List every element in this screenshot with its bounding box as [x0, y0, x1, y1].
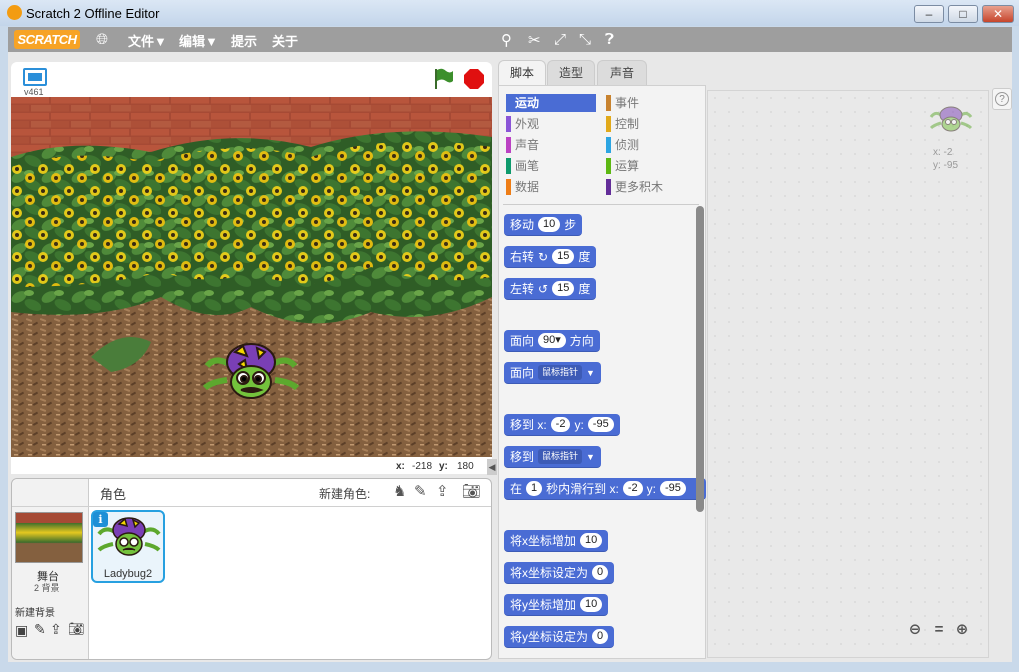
current-sprite-icon [929, 106, 973, 132]
category-more-blocks[interactable]: 更多积木 [606, 178, 696, 196]
close-button[interactable]: ✕ [982, 5, 1014, 23]
sprite-pane: 角色 新建角色: ♞ ✎ ⇪ 📷︎ 舞台 2 背景 新建背景 ▣ ✎ ⇪ 📷︎ … [11, 478, 492, 660]
category-sound[interactable]: 声音 [506, 136, 596, 154]
category-control[interactable]: 控制 [606, 115, 696, 133]
backdrop-library-icon[interactable]: ▣ [15, 622, 28, 639]
tab-costumes[interactable]: 造型 [547, 60, 595, 85]
duplicate-stamp-icon[interactable]: ⚲ [501, 31, 512, 49]
mouse-x-label: x: [396, 461, 405, 472]
sprite-library-icon[interactable]: ♞ [393, 482, 406, 500]
mouse-y-label: y: [439, 461, 448, 472]
maximize-button[interactable]: □ [948, 5, 978, 23]
block-move-steps[interactable]: 移动 10 步 [504, 214, 583, 236]
backdrop-upload-icon[interactable]: ⇪ [50, 621, 62, 638]
category-data[interactable]: 数据 [506, 178, 596, 196]
fullscreen-icon[interactable] [23, 68, 47, 86]
category-column-right: 事件 控制 侦测 运算 更多积木 [606, 94, 696, 196]
menu-bar: SCRATCH 🌐︎ 文件▼ 编辑▼ 提示 关于 ⚲ ✂ ⤢ ⤡ ❓︎ [8, 27, 1012, 52]
zoom-out-button[interactable]: ⊖ [905, 621, 925, 639]
globe-icon[interactable]: 🌐︎ [96, 31, 108, 48]
sprite-x-readout: x: -2 [933, 147, 953, 158]
green-flag-icon[interactable] [432, 67, 454, 91]
camera-icon[interactable]: 📷︎ [462, 482, 481, 500]
sprite-tile-selected[interactable]: i Ladybug2 [91, 510, 165, 583]
mouse-x-value: -218 [412, 461, 433, 472]
delete-scissors-icon[interactable]: ✂ [528, 31, 541, 49]
menu-file[interactable]: 文件▼ [128, 31, 167, 50]
block-change-x[interactable]: 将x坐标增加 10 [504, 530, 609, 552]
help-question-icon: ? [995, 92, 1009, 106]
block-goto-xy[interactable]: 移到 x: -2 y: -95 [504, 414, 620, 436]
version-label: v461 [24, 87, 44, 97]
zoom-in-button[interactable]: ⊕ [952, 621, 972, 639]
backdrop-count: 2 背景 [34, 583, 60, 593]
script-area[interactable]: x: -2 y: -95 [707, 90, 989, 658]
category-operators[interactable]: 运算 [606, 157, 696, 175]
stage-canvas[interactable] [11, 97, 492, 457]
palette-scrollbar[interactable] [696, 206, 704, 512]
paint-brush-icon[interactable]: ✎ [414, 482, 427, 500]
new-sprite-label: 新建角色: [319, 487, 371, 501]
menu-edit[interactable]: 编辑▼ [179, 31, 218, 50]
block-point-direction[interactable]: 面向 90▾ 方向 [504, 330, 600, 352]
category-sensing[interactable]: 侦测 [606, 136, 696, 154]
rotate-ccw-icon: ↺ [538, 281, 549, 296]
palette-divider [503, 204, 699, 205]
block-change-y[interactable]: 将y坐标增加 10 [504, 594, 609, 616]
title-bar: Scratch 2 Offline Editor – □ ✕ [0, 0, 1019, 26]
collapse-stage-handle[interactable]: ◀ [487, 459, 497, 475]
sprites-header: 角色 [100, 487, 127, 502]
menu-about[interactable]: 关于 [272, 31, 298, 50]
category-column-left: 运动 外观 声音 画笔 数据 [506, 94, 596, 196]
block-glide[interactable]: 在 1 秒内滑行到 x: -2 y: -95 [504, 478, 706, 500]
rotate-cw-icon: ↻ [538, 249, 549, 264]
block-turn-right[interactable]: 右转 ↻ 15 度 [504, 246, 597, 268]
zoom-reset-button[interactable]: = [929, 621, 949, 639]
backdrop-camera-icon[interactable]: 📷︎ [68, 621, 85, 637]
ladybug-thumbnail [97, 517, 161, 556]
grow-icon[interactable]: ⤢ [554, 31, 566, 48]
stop-icon[interactable] [463, 68, 485, 90]
tab-scripts[interactable]: 脚本 [498, 60, 546, 86]
block-turn-left[interactable]: 左转 ↺ 15 度 [504, 278, 597, 300]
category-events[interactable]: 事件 [606, 94, 696, 112]
backdrop-paint-icon[interactable]: ✎ [34, 621, 46, 638]
menu-tips[interactable]: 提示 [231, 31, 257, 50]
new-backdrop-label: 新建背景 [15, 608, 55, 619]
scratch-cat-icon [7, 5, 22, 20]
window-title: Scratch 2 Offline Editor [26, 6, 160, 21]
sprite-name: Ladybug2 [103, 568, 153, 580]
minimize-button[interactable]: – [914, 5, 944, 23]
shrink-icon[interactable]: ⤡ [579, 31, 591, 48]
mouse-y-value: 180 [457, 461, 474, 472]
block-set-y[interactable]: 将y坐标设定为 0 [504, 626, 615, 648]
block-goto[interactable]: 移到 鼠标指针 ▼ [504, 446, 601, 468]
help-tab[interactable]: ? [992, 88, 1012, 110]
ladybug-sprite[interactable] [201, 342, 301, 404]
category-looks[interactable]: 外观 [506, 115, 596, 133]
block-point-towards[interactable]: 面向 鼠标指针 ▼ [504, 362, 601, 384]
category-motion[interactable]: 运动 [506, 94, 596, 112]
stage-thumbnail[interactable] [15, 512, 83, 563]
help-icon[interactable]: ❓︎ [605, 31, 614, 48]
category-pen[interactable]: 画笔 [506, 157, 596, 175]
sprite-y-readout: y: -95 [933, 160, 959, 171]
tab-sounds[interactable]: 声音 [597, 60, 647, 85]
scratch-logo[interactable]: SCRATCH [14, 30, 80, 49]
upload-icon[interactable]: ⇪ [436, 482, 449, 500]
divider [12, 506, 491, 507]
block-set-x[interactable]: 将x坐标设定为 0 [504, 562, 615, 584]
